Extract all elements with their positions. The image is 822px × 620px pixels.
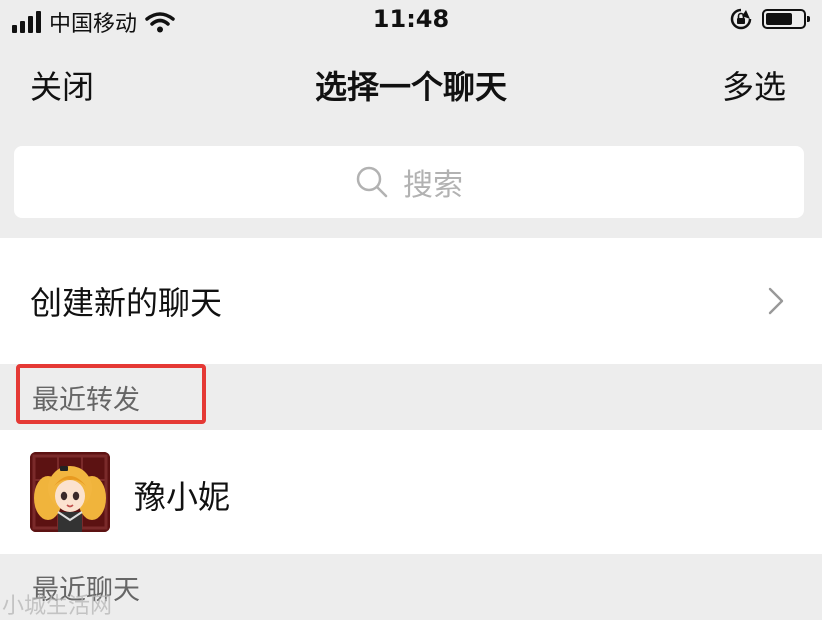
search-icon (356, 166, 388, 198)
nav-bar: 关闭 选择一个聊天 多选 (0, 48, 822, 124)
create-new-chat-label: 创建新的聊天 (30, 284, 223, 322)
section-label-recent-forward: 最近转发 (32, 385, 140, 416)
section-header-recent-chats: 最近聊天 (0, 554, 822, 618)
multi-select-button[interactable]: 多选 (722, 62, 786, 108)
list-item[interactable]: 豫小妮 (0, 430, 822, 554)
status-right (730, 8, 810, 30)
chevron-right-icon (768, 287, 784, 315)
battery-icon (762, 9, 810, 29)
avatar (30, 452, 110, 532)
status-time: 11:48 (372, 5, 450, 33)
search-input[interactable]: 搜索 (14, 146, 804, 218)
section-header-recent-forward: 最近转发 (0, 364, 822, 430)
search-placeholder: 搜索 (403, 168, 463, 203)
page-title: 选择一个聊天 (314, 68, 507, 106)
create-new-chat-row[interactable]: 创建新的聊天 (0, 238, 822, 364)
contact-name: 豫小妮 (134, 478, 231, 516)
watermark: 小城生活网 (2, 594, 113, 619)
rotation-lock-icon (730, 8, 752, 30)
status-bar: 中国移动 11:48 (0, 0, 822, 42)
